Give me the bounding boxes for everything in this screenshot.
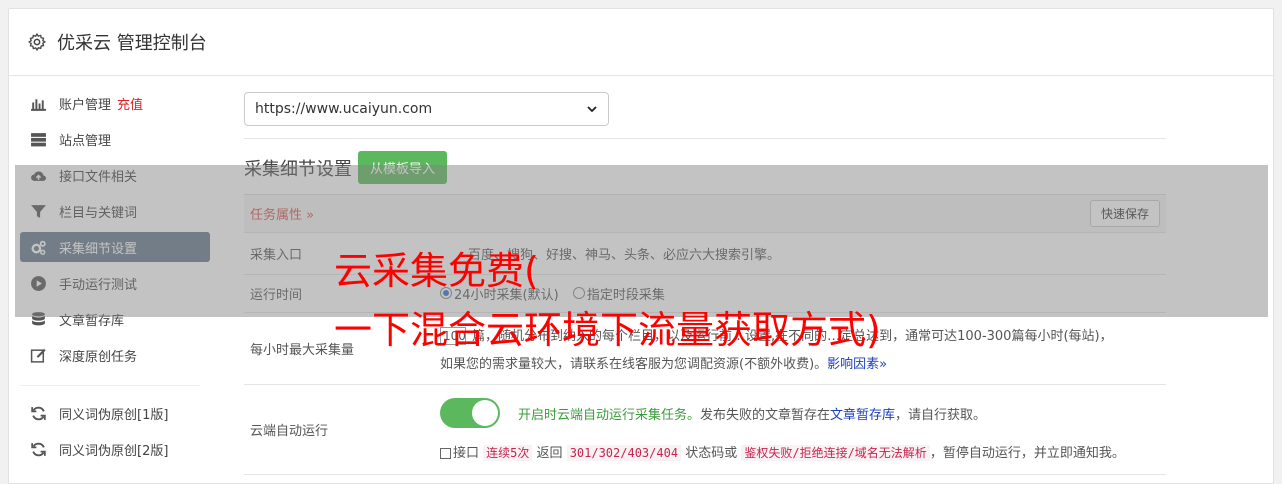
sidebar-item-deep-original[interactable]: 深度原创任务 [20,340,210,370]
chevron-down-icon [587,106,597,113]
watermark-line-2: 一下混合云环境下流量获取方式) [334,308,881,352]
text-notify: ，暂停自动运行，并立即通知我。 [929,446,1125,461]
sidebar-item-synonym-v2[interactable]: 同义词伪原创[2版] [20,434,210,464]
refresh-icon [31,442,46,456]
site-select-value: https://www.ucaiyun.com [255,101,433,117]
page-title: 优采云 管理控制台 [57,33,207,54]
checkbox-label: 接口 [453,446,480,461]
sidebar-item-label: 账户管理 [59,97,112,113]
watermark-line-1: 云采集免费( [334,249,539,293]
server-icon [31,132,46,146]
toggle-text: 开启时云端自动运行采集任务。 [518,407,701,423]
sidebar-divider [20,376,200,386]
sidebar-item-sites[interactable]: 站点管理 [20,124,210,154]
sidebar-item-account[interactable]: 账户管理 充值 [20,88,210,118]
cloud-desc-2: ，请自行获取。 [895,407,987,423]
cloud-auto-run-toggle[interactable] [440,398,500,428]
article-store-link[interactable]: 文章暂存库 [830,404,895,423]
code-status: 301/302/403/404 [566,445,682,461]
cloud-desc: 发布失败的文章暂存在 [700,407,831,423]
bar-chart-icon [31,98,46,111]
text-status: 状态码或 [685,446,738,461]
table-row: 云端自动运行 开启时云端自动运行采集任务。 发布失败的文章暂存在 文章暂存库 ，请自… [244,385,1166,475]
text-return: 返回 [536,446,563,461]
refresh-icon [31,406,46,420]
pause-on-error-checkbox[interactable] [440,448,451,459]
row-value: 开启时云端自动运行采集任务。 发布失败的文章暂存在 文章暂存库 ，请自行获取。 接口… [430,385,1166,474]
sidebar-item-label: 深度原创任务 [59,349,138,365]
row-label: 云端自动运行 [250,424,329,439]
divider [244,138,1166,139]
sidebar-item-label: 站点管理 [59,133,112,149]
recharge-link[interactable]: 充值 [117,94,143,113]
code-consecutive: 连续5次 [483,445,533,461]
max-rate-desc-2: 通常可达100-300篇每小时(每站)， [905,328,1113,344]
gear-icon [27,32,47,52]
sidebar-item-label: 同义词伪原创[2版] [59,443,169,459]
sidebar-item-synonym-v1[interactable]: 同义词伪原创[1版] [20,398,210,428]
edit-icon [30,348,46,363]
site-select[interactable]: https://www.ucaiyun.com [244,92,609,126]
panel-header: 优采云 管理控制台 [9,9,1273,76]
gray-overlay [15,165,1268,317]
max-rate-note: 如果您的需求量较大，请联系在线客服为您调配资源(不额外收费)。 [440,357,828,373]
factors-link[interactable]: 影响因素» [827,357,887,372]
sidebar-item-label: 同义词伪原创[1版] [59,407,169,423]
code-errors: 鉴权失败/拒绝连接/域名无法解析 [741,445,930,461]
